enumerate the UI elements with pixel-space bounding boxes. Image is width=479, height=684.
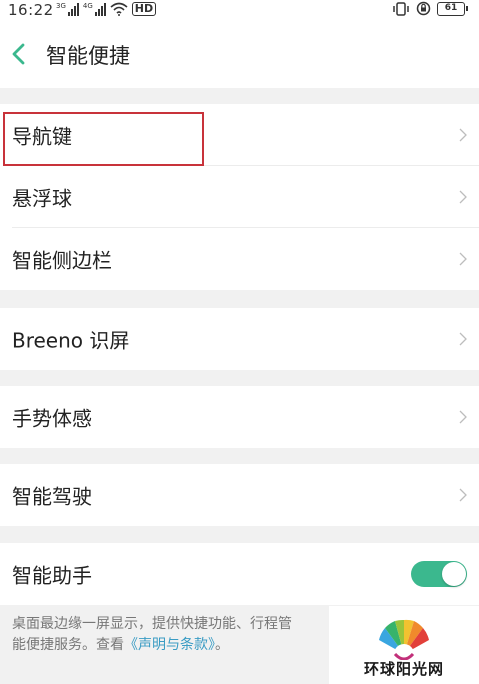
list-item-breeno-screen[interactable]: Breeno 识屏	[0, 308, 479, 370]
vibrate-icon	[393, 1, 409, 16]
wifi-icon	[110, 2, 128, 16]
list-item-smart-sidebar[interactable]: 智能侧边栏	[0, 228, 479, 290]
status-right-icons: 61	[392, 1, 468, 16]
list-item-label: 悬浮球	[12, 186, 72, 211]
app-bar: 智能便捷	[0, 20, 479, 88]
watermark-text: 环球阳光网	[363, 660, 444, 678]
page-title: 智能便捷	[46, 44, 130, 68]
smart-assistant-toggle[interactable]	[411, 561, 467, 587]
watermark: 环球阳光网	[329, 606, 479, 684]
list-item-smart-assistant[interactable]: 智能助手	[0, 543, 479, 605]
chevron-right-icon	[459, 128, 467, 142]
list-item-gestures[interactable]: 手势体感	[0, 386, 479, 448]
list-item-floating-ball[interactable]: 悬浮球	[0, 166, 479, 228]
signal-icon: 3G	[56, 3, 79, 16]
list-item-label: 手势体感	[12, 406, 92, 431]
signal-label: 4G	[82, 2, 93, 10]
terms-link[interactable]: 《声明与条款》	[124, 637, 215, 653]
settings-group-navigation: 导航键 悬浮球 智能侧边栏	[0, 104, 479, 290]
status-left-icons: 3G 4G HD	[56, 2, 157, 16]
status-bar: 16:22 3G 4G HD 61	[0, 0, 479, 20]
signal-icon: 4G	[83, 3, 106, 16]
settings-group-gestures: 手势体感	[0, 386, 479, 448]
footer-line-1: 桌面最边缘一屏显示，提供快捷功能、行程管	[12, 616, 292, 632]
signal-label: 3G	[56, 2, 66, 10]
chevron-left-icon[interactable]	[10, 42, 26, 66]
footer-line-2: 能便捷服务。查看《声明与条款》。	[12, 635, 332, 656]
list-item-label: 智能侧边栏	[12, 248, 112, 273]
list-item-label: 智能助手	[12, 563, 92, 588]
chevron-right-icon	[459, 488, 467, 502]
settings-group-breeno: Breeno 识屏	[0, 308, 479, 370]
footer-description: 桌面最边缘一屏显示，提供快捷功能、行程管 能便捷服务。查看《声明与条款》。	[12, 614, 332, 656]
list-item-navigation-keys[interactable]: 导航键	[0, 104, 479, 166]
status-time: 16:22	[8, 1, 54, 19]
battery-icon: 61	[437, 1, 468, 16]
chevron-right-icon	[459, 410, 467, 424]
chevron-right-icon	[459, 252, 467, 266]
settings-group-driving: 智能驾驶	[0, 464, 479, 526]
footer-text: 。	[215, 637, 229, 653]
chevron-right-icon	[459, 190, 467, 204]
settings-group-assistant: 智能助手	[0, 543, 479, 605]
list-item-label: Breeno 识屏	[12, 328, 130, 353]
footer-text: 能便捷服务。查看	[12, 637, 124, 653]
hd-icon: HD	[131, 2, 157, 16]
lock-rotation-icon	[416, 1, 431, 16]
chevron-right-icon	[459, 332, 467, 346]
list-item-label: 导航键	[12, 124, 72, 149]
list-item-smart-driving[interactable]: 智能驾驶	[0, 464, 479, 526]
watermark-logo-icon	[379, 619, 429, 660]
list-item-label: 智能驾驶	[12, 484, 92, 509]
toggle-knob	[442, 562, 466, 586]
